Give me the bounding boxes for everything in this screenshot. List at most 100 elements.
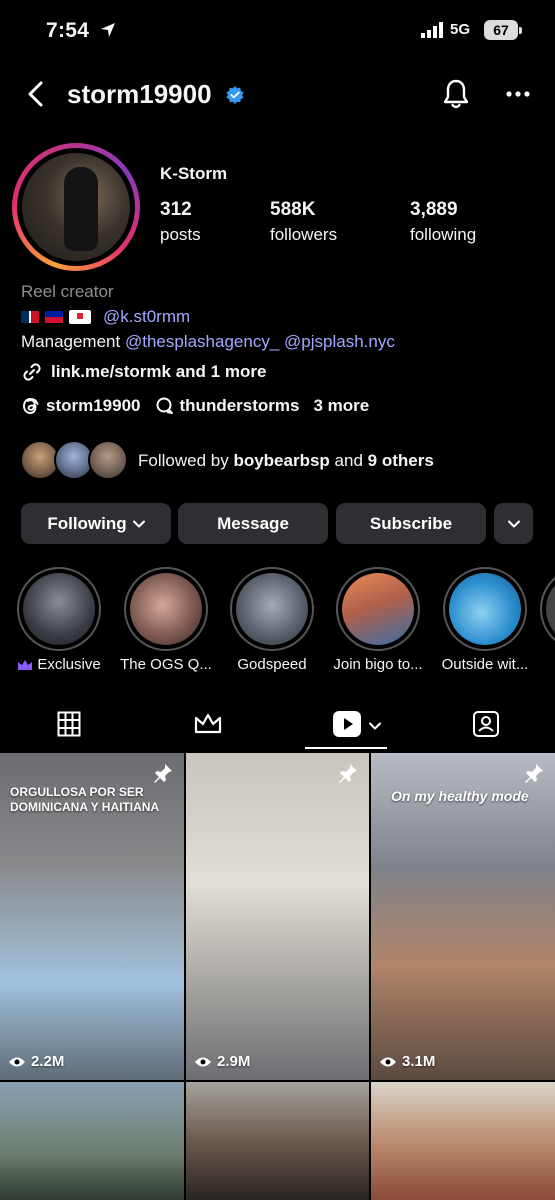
cellular-signal-icon <box>421 22 443 38</box>
stat-posts[interactable]: 312 posts <box>160 199 201 245</box>
highlight-item[interactable]: Join bigo to... <box>325 567 431 673</box>
tab-tagged-icon[interactable] <box>472 710 500 738</box>
threads-handle[interactable]: storm19900 <box>46 396 141 416</box>
chevron-down-icon[interactable] <box>369 722 381 730</box>
message-button-label: Message <box>217 513 289 533</box>
highlight-cover <box>236 573 308 645</box>
haitian-flag-icon <box>45 311 63 323</box>
eye-icon <box>380 1057 396 1066</box>
followed-by-row[interactable]: Followed by boybearbsp and 9 others <box>20 440 434 482</box>
highlight-ring <box>443 567 527 651</box>
suggestions-toggle-button[interactable] <box>494 503 533 544</box>
highlight-label-text: Join bigo to... <box>333 656 423 673</box>
channel-icon <box>156 397 173 414</box>
reel-caption: On my healthy mode <box>391 788 529 804</box>
highlight-label: Godspeed <box>219 656 325 673</box>
active-tab-indicator <box>305 747 387 749</box>
highlight-item[interactable]: Outside wit... <box>432 567 538 673</box>
reel-views-count: 2.9M <box>217 1053 251 1070</box>
chevron-down-icon <box>507 520 520 527</box>
following-button-label: Following <box>47 513 127 533</box>
crown-icon <box>18 659 33 670</box>
profile-username: storm19900 <box>67 79 212 109</box>
subscribe-button-label: Subscribe <box>369 513 453 533</box>
highlight-label: The OGS Q... <box>113 656 219 673</box>
tab-exclusive-crown-icon[interactable] <box>193 710 223 738</box>
reel-views: 3.1M <box>379 1053 435 1070</box>
reel-tile[interactable] <box>186 1082 369 1200</box>
back-arrow-icon[interactable] <box>24 80 48 108</box>
display-name: K-Storm <box>160 164 228 183</box>
reel-views: 2.9M <box>194 1053 250 1070</box>
profile-header: storm19900 <box>0 70 555 118</box>
external-link-text: link.me/stormk and 1 more <box>51 362 267 381</box>
channel-name[interactable]: thunderstorms <box>180 396 300 416</box>
pin-icon <box>154 764 172 783</box>
reel-caption: ORGULLOSA POR SER DOMINICANA Y HAITIANA <box>10 785 160 814</box>
stat-following[interactable]: 3,889 following <box>410 199 476 245</box>
highlight-cover <box>449 573 521 645</box>
management-handle-2[interactable]: @pjsplash.nyc <box>284 332 395 351</box>
reel-tile[interactable]: 2.9M <box>186 753 369 1080</box>
highlight-label: Outside wit... <box>432 656 538 673</box>
avatar-gap <box>17 148 135 266</box>
highlight-ring <box>230 567 314 651</box>
highlight-ring <box>17 567 101 651</box>
battery-tip <box>519 27 522 34</box>
following-button[interactable]: Following <box>21 503 171 544</box>
avatar-figure <box>64 167 98 251</box>
reel-tile[interactable] <box>0 1082 184 1200</box>
highlight-item[interactable]: Godspeed <box>219 567 325 673</box>
profile-actions: Following Message Subscribe <box>21 503 533 544</box>
more-links[interactable]: 3 more <box>313 396 369 416</box>
bio-management-line: Management @thesplashagency_ @pjsplash.n… <box>21 332 541 352</box>
notification-bell-icon[interactable] <box>441 78 471 110</box>
more-options-icon[interactable] <box>505 90 531 98</box>
eye-icon <box>195 1057 211 1066</box>
status-time: 7:54 <box>46 19 90 42</box>
highlight-item[interactable]: The OGS Q... <box>113 567 219 673</box>
message-button[interactable]: Message <box>178 503 328 544</box>
story-highlights: Exclusive The OGS Q... Godspeed Join big… <box>0 567 555 677</box>
link-icon <box>23 363 41 381</box>
stat-posts-value: 312 <box>160 199 192 220</box>
highlight-ring <box>540 567 555 651</box>
threads-icon[interactable] <box>21 396 41 416</box>
highlight-cover <box>342 573 414 645</box>
bio: Reel creator @k.st0rmm Management @thesp… <box>21 282 541 383</box>
reel-tile[interactable]: On my healthy mode 3.1M <box>371 753 555 1080</box>
stat-following-value: 3,889 <box>410 199 458 220</box>
reel-views-count: 3.1M <box>402 1053 436 1070</box>
mutual-avatars <box>20 440 128 482</box>
reel-views-count: 2.2M <box>31 1053 65 1070</box>
verified-badge-icon <box>226 86 244 104</box>
location-arrow-icon <box>101 23 115 37</box>
pin-icon <box>525 764 543 783</box>
reel-tile[interactable] <box>371 1082 555 1200</box>
eye-icon <box>9 1057 25 1066</box>
stat-followers-label: followers <box>270 225 338 244</box>
tab-reels-icon[interactable] <box>332 710 362 738</box>
highlight-cover <box>546 573 555 645</box>
reel-tile[interactable]: ORGULLOSA POR SER DOMINICANA Y HAITIANA … <box>0 753 184 1080</box>
followed-by-prefix: Followed by <box>138 451 229 470</box>
highlight-label-text: Outside wit... <box>441 656 529 673</box>
subscribe-button[interactable]: Subscribe <box>336 503 486 544</box>
management-handle-1[interactable]: @thesplashagency_ <box>125 332 279 351</box>
external-link[interactable]: link.me/stormk and 1 more <box>21 361 541 383</box>
tab-grid-icon[interactable] <box>57 710 81 738</box>
network-type: 5G <box>450 21 471 38</box>
followed-by-others: 9 others <box>367 451 434 470</box>
stat-followers[interactable]: 588K followers <box>270 199 337 245</box>
highlight-item-partial[interactable] <box>540 567 555 651</box>
highlight-item[interactable]: Exclusive <box>6 567 112 673</box>
pin-icon <box>339 764 357 783</box>
profile-avatar[interactable] <box>12 143 140 271</box>
highlight-cover <box>23 573 95 645</box>
reel-views: 2.2M <box>8 1053 64 1070</box>
stat-followers-value: 588K <box>270 199 316 220</box>
highlight-ring <box>336 567 420 651</box>
bio-handle-link[interactable]: @k.st0rmm <box>103 307 190 327</box>
highlight-label-text: Godspeed <box>237 656 307 673</box>
chevron-down-icon <box>132 520 145 527</box>
